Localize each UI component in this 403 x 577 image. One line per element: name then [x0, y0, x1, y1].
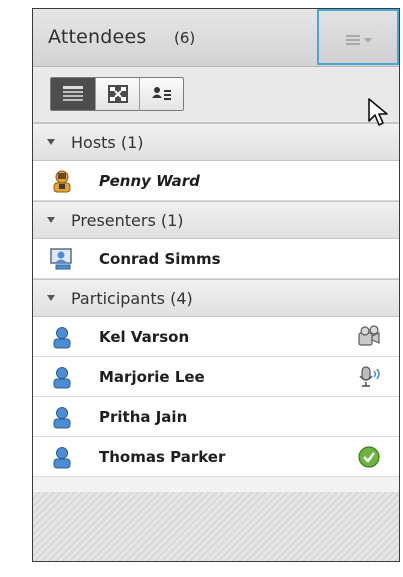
section-label: Participants (4)	[71, 289, 193, 308]
attendee-row[interactable]: Pritha Jain	[33, 397, 399, 437]
view-toolbar	[33, 67, 399, 123]
empty-list-area	[33, 492, 399, 561]
attendee-name: Thomas Parker	[99, 448, 226, 466]
attendee-name: Penny Ward	[99, 172, 200, 190]
video-camera-icon	[358, 325, 380, 346]
attendee-row[interactable]: Penny Ward	[33, 161, 399, 201]
attendee-status-icon	[152, 87, 171, 100]
view-switcher	[50, 77, 184, 111]
list-view-icon	[63, 86, 83, 101]
presenter-icon	[50, 248, 72, 270]
attendee-name: Pritha Jain	[99, 408, 188, 426]
attendee-row[interactable]: Kel Varson	[33, 317, 399, 357]
breakout-view-icon	[108, 85, 128, 103]
host-icon	[53, 170, 71, 193]
section-hosts[interactable]: Hosts (1)	[33, 123, 399, 161]
pod-options-menu-button[interactable]	[317, 9, 399, 65]
collapse-arrow-icon	[47, 139, 55, 145]
section-label: Hosts (1)	[71, 133, 144, 152]
collapse-arrow-icon	[47, 217, 55, 223]
pod-header: Attendees (6)	[33, 9, 399, 67]
pod-menu-icon	[346, 35, 360, 45]
participant-icon	[53, 447, 71, 469]
list-view-button[interactable]	[51, 78, 95, 110]
participant-icon	[53, 407, 71, 429]
attendee-name: Kel Varson	[99, 328, 190, 346]
collapse-arrow-icon	[47, 295, 55, 301]
breakout-view-button[interactable]	[95, 78, 139, 110]
attendee-count: (6)	[174, 29, 196, 47]
microphone-active-icon	[359, 366, 380, 387]
mouse-pointer-icon	[368, 98, 388, 126]
section-presenters[interactable]: Presenters (1)	[33, 201, 399, 239]
section-label: Presenters (1)	[71, 211, 184, 230]
attendee-row[interactable]: Conrad Simms	[33, 239, 399, 279]
agree-check-icon	[358, 446, 380, 468]
chevron-down-icon	[364, 38, 372, 43]
participant-icon	[53, 327, 71, 349]
participant-icon	[53, 367, 71, 389]
section-participants[interactable]: Participants (4)	[33, 279, 399, 317]
pod-title: Attendees	[48, 26, 147, 48]
attendee-row[interactable]: Marjorie Lee	[33, 357, 399, 397]
attendee-status-view-button[interactable]	[139, 78, 183, 110]
attendee-name: Marjorie Lee	[99, 368, 205, 386]
attendee-name: Conrad Simms	[99, 250, 221, 268]
attendees-pod: Attendees (6) Hosts (1) Penny Ward Prese…	[32, 8, 400, 562]
attendee-row[interactable]: Thomas Parker	[33, 437, 399, 477]
